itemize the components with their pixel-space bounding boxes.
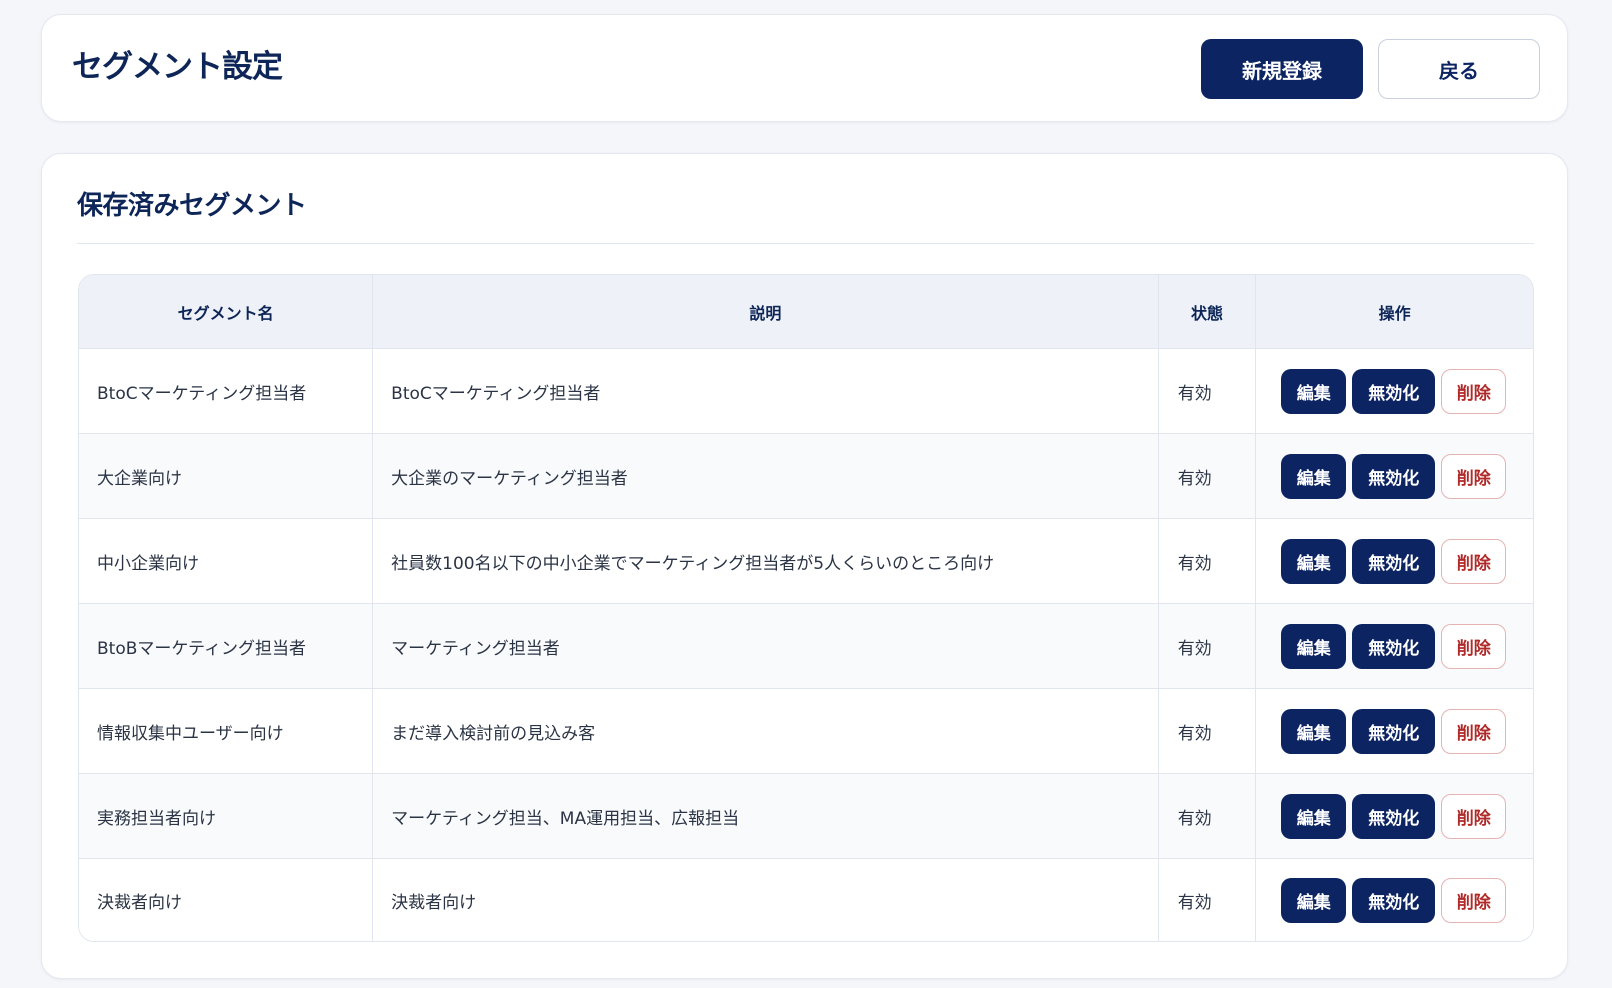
header-card: セグメント設定 新規登録 戻る — [41, 14, 1568, 122]
segments-table-wrapper: セグメント名 説明 状態 操作 BtoCマーケティング担当者 BtoCマーケティ… — [78, 274, 1534, 942]
edit-button[interactable]: 編集 — [1281, 623, 1347, 669]
edit-button[interactable]: 編集 — [1281, 368, 1347, 414]
disable-button[interactable]: 無効化 — [1352, 877, 1436, 923]
column-header-description: 説明 — [372, 275, 1159, 349]
disable-button[interactable]: 無効化 — [1352, 623, 1436, 669]
column-header-actions: 操作 — [1255, 275, 1533, 349]
disable-button[interactable]: 無効化 — [1352, 453, 1436, 499]
table-row: 決裁者向け 決裁者向け 有効 編集 無効化 削除 — [79, 858, 1533, 941]
table-row: 情報収集中ユーザー向け まだ導入検討前の見込み客 有効 編集 無効化 削除 — [79, 688, 1533, 774]
section-title: 保存済みセグメント — [77, 191, 307, 221]
delete-button[interactable]: 削除 — [1441, 623, 1507, 669]
status-cell: 有効 — [1158, 348, 1257, 434]
actions-cell: 編集 無効化 削除 — [1255, 518, 1533, 604]
description-cell: 決裁者向け — [372, 858, 1159, 941]
actions-cell: 編集 無効化 削除 — [1255, 773, 1533, 859]
edit-button[interactable]: 編集 — [1281, 708, 1347, 754]
edit-button[interactable]: 編集 — [1281, 453, 1347, 499]
description-cell: まだ導入検討前の見込み客 — [372, 688, 1159, 774]
segment-name-cell: 大企業向け — [79, 433, 374, 519]
delete-button[interactable]: 削除 — [1441, 708, 1507, 754]
edit-button[interactable]: 編集 — [1281, 538, 1347, 584]
table-row: BtoBマーケティング担当者 マーケティング担当者 有効 編集 無効化 削除 — [79, 603, 1533, 689]
status-cell: 有効 — [1158, 858, 1257, 941]
description-cell: マーケティング担当、MA運用担当、広報担当 — [372, 773, 1159, 859]
disable-button[interactable]: 無効化 — [1352, 793, 1436, 839]
disable-button[interactable]: 無効化 — [1352, 708, 1436, 754]
back-button[interactable]: 戻る — [1378, 39, 1540, 99]
new-register-button[interactable]: 新規登録 — [1201, 39, 1363, 99]
segment-name-cell: 情報収集中ユーザー向け — [79, 688, 374, 774]
edit-button[interactable]: 編集 — [1281, 793, 1347, 839]
description-cell: 社員数100名以下の中小企業でマーケティング担当者が5人くらいのところ向け — [372, 518, 1159, 604]
delete-button[interactable]: 削除 — [1441, 538, 1507, 584]
delete-button[interactable]: 削除 — [1441, 453, 1507, 499]
disable-button[interactable]: 無効化 — [1352, 538, 1436, 584]
segment-name-cell: 実務担当者向け — [79, 773, 374, 859]
segment-name-cell: BtoBマーケティング担当者 — [79, 603, 374, 689]
status-cell: 有効 — [1158, 603, 1257, 689]
segment-name-cell: 決裁者向け — [79, 858, 374, 941]
table-row: 実務担当者向け マーケティング担当、MA運用担当、広報担当 有効 編集 無効化 … — [79, 773, 1533, 859]
segment-name-cell: 中小企業向け — [79, 518, 374, 604]
delete-button[interactable]: 削除 — [1441, 793, 1507, 839]
actions-cell: 編集 無効化 削除 — [1255, 603, 1533, 689]
status-cell: 有効 — [1158, 688, 1257, 774]
saved-segments-card: 保存済みセグメント セグメント名 説明 状態 操作 BtoCマーケティング担当者 — [41, 153, 1568, 979]
actions-cell: 編集 無効化 削除 — [1255, 688, 1533, 774]
edit-button[interactable]: 編集 — [1281, 877, 1347, 923]
description-cell: BtoCマーケティング担当者 — [372, 348, 1159, 434]
column-header-segment-name: セグメント名 — [79, 275, 374, 349]
delete-button[interactable]: 削除 — [1441, 877, 1507, 923]
segments-table: セグメント名 説明 状態 操作 BtoCマーケティング担当者 BtoCマーケティ… — [79, 275, 1533, 941]
actions-cell: 編集 無効化 削除 — [1255, 858, 1533, 941]
delete-button[interactable]: 削除 — [1441, 368, 1507, 414]
actions-cell: 編集 無効化 削除 — [1255, 433, 1533, 519]
status-cell: 有効 — [1158, 773, 1257, 859]
disable-button[interactable]: 無効化 — [1352, 368, 1436, 414]
status-cell: 有効 — [1158, 433, 1257, 519]
table-header-row: セグメント名 説明 状態 操作 — [79, 275, 1533, 349]
page-title: セグメント設定 — [72, 49, 283, 85]
section-divider — [77, 243, 1534, 244]
column-header-status: 状態 — [1158, 275, 1257, 349]
table-row: 大企業向け 大企業のマーケティング担当者 有効 編集 無効化 削除 — [79, 433, 1533, 519]
status-cell: 有効 — [1158, 518, 1257, 604]
description-cell: 大企業のマーケティング担当者 — [372, 433, 1159, 519]
description-cell: マーケティング担当者 — [372, 603, 1159, 689]
table-row: BtoCマーケティング担当者 BtoCマーケティング担当者 有効 編集 無効化 … — [79, 348, 1533, 434]
segment-name-cell: BtoCマーケティング担当者 — [79, 348, 374, 434]
table-row: 中小企業向け 社員数100名以下の中小企業でマーケティング担当者が5人くらいのと… — [79, 518, 1533, 604]
actions-cell: 編集 無効化 削除 — [1255, 348, 1533, 434]
